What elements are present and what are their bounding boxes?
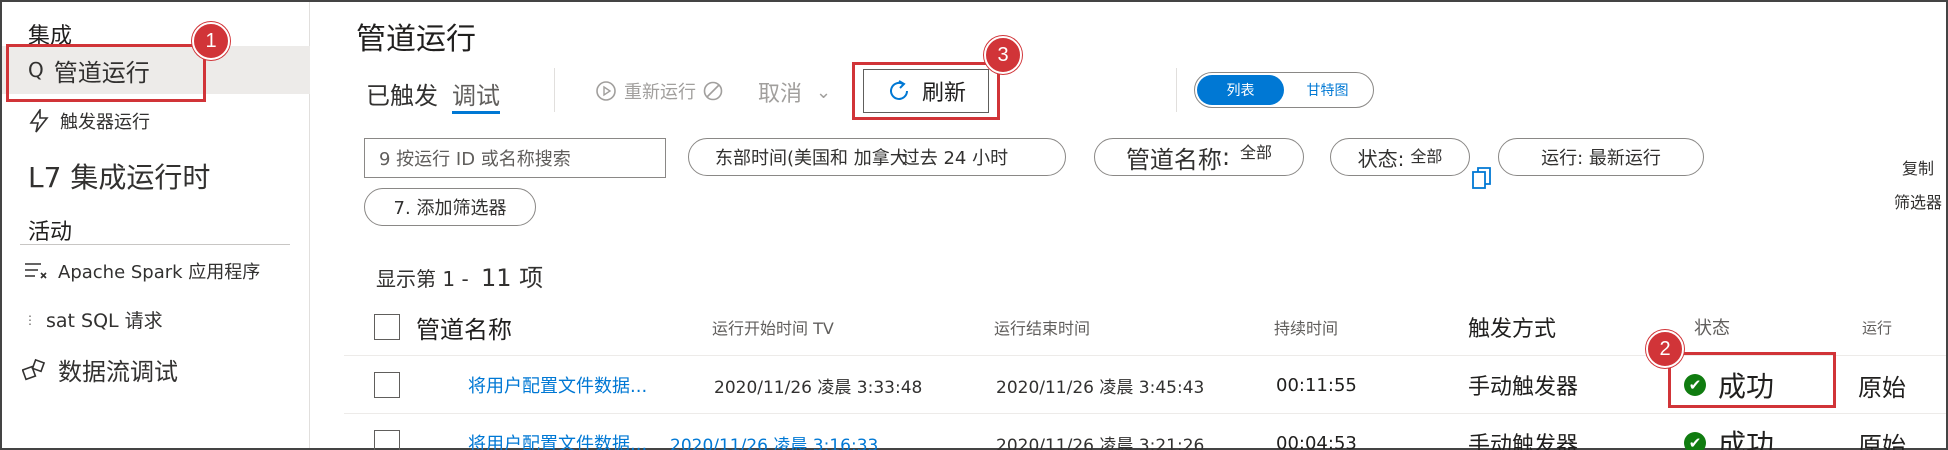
duration-cell: 00:11:55 <box>1276 374 1357 396</box>
copy-icon[interactable] <box>1470 166 1494 192</box>
page-title: 管道运行 <box>356 22 476 57</box>
sidebar-item-integration-runtimes[interactable]: L7 集成运行时 <box>28 156 210 196</box>
dots-icon: ⋮ <box>24 312 36 327</box>
run-end-cell: 2020/11/26 凌晨 3:21:26 <box>996 435 1205 450</box>
cancel-label: 取消 <box>758 82 803 107</box>
cancel-dropdown-button[interactable]: 取消 ⌄ <box>758 76 831 108</box>
sidebar-group-activities: 活动 <box>28 220 73 245</box>
select-all-checkbox[interactable] <box>374 314 400 340</box>
row-checkbox[interactable] <box>374 430 400 450</box>
run-cell: 原始 <box>1858 373 1906 402</box>
table-row[interactable]: 将用户配置文件数据... 2020/11/26 凌晨 3:16:33 2020/… <box>344 414 1946 450</box>
pipeline-name-filter[interactable]: 管道名称 : 全部 <box>1094 138 1304 176</box>
colon-separator: : <box>1221 143 1231 171</box>
run-end-cell: 2020/11/26 凌晨 3:45:43 <box>996 377 1205 398</box>
run-start-cell: 2020/11/26 凌晨 3:33:48 <box>714 377 923 398</box>
column-header-status[interactable]: 状态 <box>1694 298 1730 356</box>
toolbar-divider <box>554 68 555 112</box>
run-start-cell: 2020/11/26 凌晨 3:16:33 <box>670 435 879 450</box>
run-cell: 原始 <box>1858 431 1906 450</box>
status-text: 成功 <box>1718 428 1775 450</box>
callout-badge-2: 2 <box>1646 330 1684 368</box>
pipeline-name-link[interactable]: 将用户配置文件数据... <box>468 356 647 414</box>
sidebar-item-label: sat SQL 请求 <box>46 310 163 332</box>
callout-badge-1: 1 <box>192 22 230 60</box>
refresh-label: 刷新 <box>921 81 966 106</box>
highlight-box-pipeline-runs <box>6 44 206 102</box>
highlight-box-status <box>1668 352 1836 408</box>
copy-filters-label-2: 筛选器 <box>1893 193 1942 212</box>
callout-badge-3: 3 <box>984 36 1022 74</box>
cancel-icon <box>703 81 723 101</box>
column-header-duration[interactable]: 持续时间 <box>1274 298 1338 356</box>
success-check-icon: ✔ <box>1684 432 1706 450</box>
view-option-list[interactable]: 列表 <box>1197 75 1284 105</box>
add-filter-button[interactable]: 7. 添加筛选器 <box>364 188 536 226</box>
dataflow-icon <box>22 358 46 380</box>
highlight-box-refresh: 刷新 <box>852 62 1000 120</box>
lightning-icon <box>29 109 49 133</box>
refresh-button[interactable]: 刷新 <box>863 69 989 113</box>
refresh-icon <box>890 80 908 100</box>
rerun-button[interactable]: 重新运行 <box>594 78 724 104</box>
column-header-run-end[interactable]: 运行结束时间 <box>994 298 1090 356</box>
result-count: 显示第 1 - 11 项 <box>376 258 543 293</box>
sidebar-item-dataflow-debug[interactable]: 数据流调试 <box>22 352 178 387</box>
rerun-icon <box>596 81 616 101</box>
sidebar-item-label: Apache Spark 应用程序 <box>58 262 261 283</box>
sidebar-item-label: L7 集成运行时 <box>28 161 211 194</box>
sidebar-item-sql-requests[interactable]: ⋮ sat SQL 请求 <box>24 306 163 333</box>
chevron-down-icon: ⌄ <box>816 81 832 103</box>
duration-cell: 00:04:53 <box>1276 432 1357 450</box>
status-filter-label: 状态: <box>1357 146 1405 171</box>
run-type-tabs: 已触发 调试 <box>366 76 500 114</box>
timezone-filter[interactable]: 东部时间(美国和 加拿大 过去 24 小时 <box>688 138 1066 176</box>
column-header-pipeline-name[interactable]: 管道名称 <box>416 298 512 356</box>
list-icon <box>25 263 47 279</box>
copy-filters-button[interactable]: 复制 筛选器 <box>1878 152 1948 220</box>
timezone-label: 东部时间(美国和 加拿大 <box>715 148 908 169</box>
view-option-gantt[interactable]: 甘特图 <box>1284 75 1371 105</box>
search-input[interactable]: 9 按运行 ID 或名称搜索 <box>364 138 666 178</box>
copy-filters-label-1: 复制 <box>1901 159 1934 178</box>
toolbar-divider-2 <box>1176 68 1177 112</box>
triggered-by-cell: 手动触发器 <box>1468 433 1579 450</box>
status-filter-value: 全部 <box>1410 147 1443 166</box>
column-header-triggered-by[interactable]: 触发方式 <box>1468 298 1556 356</box>
sidebar-item-trigger-runs[interactable]: 触发器运行 <box>28 108 150 134</box>
sidebar-item-label: 触发器运行 <box>60 112 150 133</box>
column-header-run-start[interactable]: 运行开始时间 TV <box>712 298 834 356</box>
status-filter[interactable]: 状态: 全部 <box>1330 138 1470 176</box>
column-header-run[interactable]: 运行 <box>1862 298 1892 356</box>
tab-triggered[interactable]: 已触发 <box>366 76 438 111</box>
status-cell: ✔ 成功 <box>1684 414 1774 450</box>
rerun-label: 重新运行 <box>624 82 696 103</box>
sidebar-divider <box>20 244 290 245</box>
view-toggle[interactable]: 列表 甘特图 <box>1194 72 1374 108</box>
table-header-row: 管道名称 运行开始时间 TV 运行结束时间 持续时间 触发方式 状态 运行 <box>344 298 1946 356</box>
row-checkbox[interactable] <box>374 372 400 398</box>
pipeline-name-filter-value: 全部 <box>1240 143 1273 162</box>
runs-filter[interactable]: 运行: 最新运行 <box>1498 138 1704 176</box>
tab-debug[interactable]: 调试 <box>452 76 500 114</box>
time-range-label: 过去 24 小时 <box>901 148 1009 169</box>
result-count-suffix: 11 项 <box>481 264 544 292</box>
result-count-prefix: 显示第 1 - <box>376 267 469 291</box>
triggered-by-cell: 手动触发器 <box>1468 375 1579 400</box>
sidebar-item-spark-apps[interactable]: Apache Spark 应用程序 <box>24 258 260 284</box>
sidebar-item-label: 数据流调试 <box>58 358 178 386</box>
pipeline-name-filter-label: 管道名称 <box>1125 145 1222 174</box>
pipeline-name-link[interactable]: 将用户配置文件数据... <box>468 414 647 450</box>
